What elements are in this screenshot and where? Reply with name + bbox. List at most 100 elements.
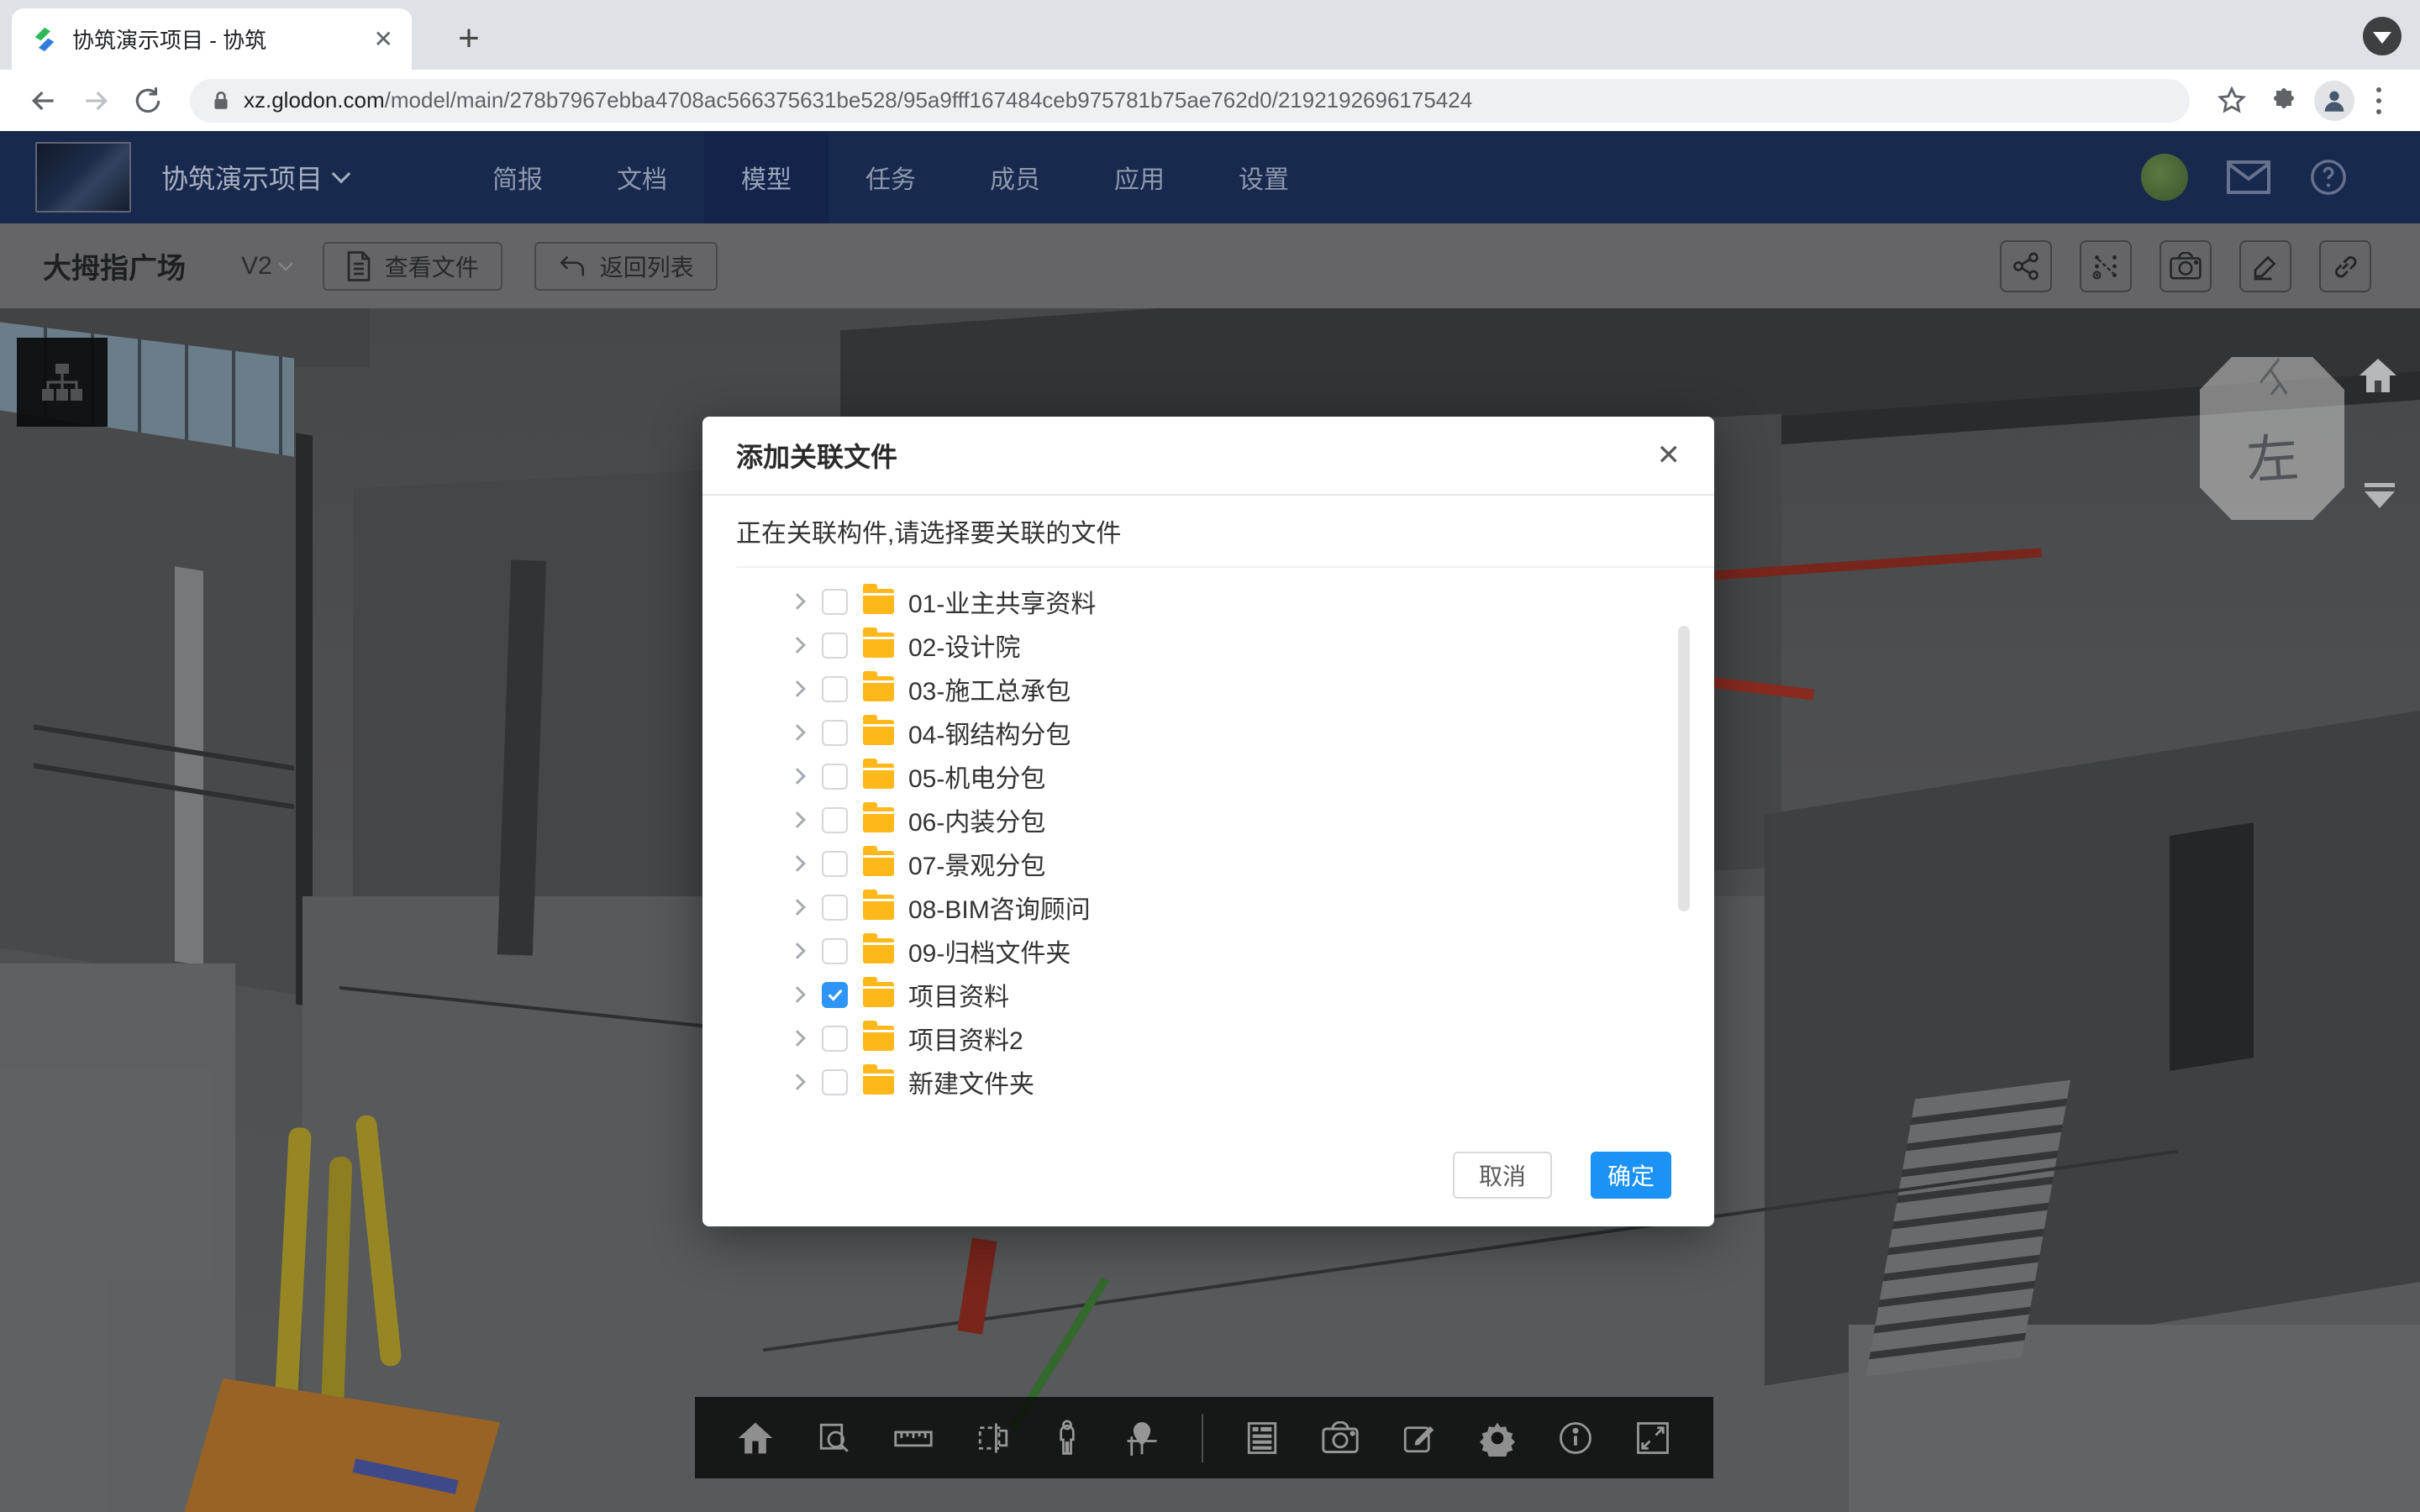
viewpoint-pin-button[interactable] [1124,1420,1160,1456]
tree-row[interactable]: 项目资料 [702,973,1714,1016]
folder-icon [863,589,894,614]
home-view-button[interactable] [2358,357,2398,394]
checkbox[interactable] [822,938,848,964]
zoom-select-button[interactable] [817,1420,852,1456]
tree-row[interactable]: 06-内装分包 [702,798,1714,842]
nav-tab[interactable]: 任务 [829,131,953,223]
back-button[interactable] [22,79,66,123]
folder-name: 09-归档文件夹 [908,932,1071,969]
nav-tab[interactable]: 简报 [455,131,580,223]
nav-tab[interactable]: 应用 [1077,131,1202,223]
chevron-right-icon[interactable] [789,680,806,697]
forward-button[interactable] [74,79,118,123]
browser-menu-icon[interactable] [2363,87,2395,114]
checkbox[interactable] [822,1026,848,1052]
tree-row[interactable]: 09-归档文件夹 [702,929,1714,973]
edit-markup-button[interactable] [1401,1420,1436,1456]
folder-name: 03-施工总承包 [908,670,1071,707]
chevron-right-icon[interactable] [789,899,806,916]
tree-row[interactable]: 03-施工总承包 [702,667,1714,711]
chevron-right-icon[interactable] [789,593,806,610]
tree-row[interactable]: 新建文件夹 [702,1060,1714,1104]
cancel-button[interactable]: 取消 [1453,1152,1552,1199]
camera-button[interactable] [1322,1421,1359,1455]
help-icon[interactable] [2309,158,2348,197]
chevron-down-icon [278,256,292,270]
link-button[interactable] [2319,240,2371,292]
nav-tab[interactable]: 设置 [1202,131,1326,223]
chevron-right-icon[interactable] [789,855,806,872]
browser-tab[interactable]: 协筑演示项目 - 协筑 ✕ [12,8,412,70]
nav-tab[interactable]: 成员 [953,131,1077,223]
share-button[interactable] [2000,240,2052,292]
tab-close-icon[interactable]: ✕ [374,25,393,53]
chevron-right-icon[interactable] [789,811,806,828]
cube-top-face-label: 上 [2254,349,2303,417]
checkbox[interactable] [822,676,848,702]
info-button[interactable] [1558,1420,1593,1456]
chevron-right-icon[interactable] [789,1030,806,1047]
chevron-right-icon[interactable] [789,724,806,741]
checkbox[interactable] [822,764,848,790]
tab-search-button[interactable] [2363,17,2402,55]
browser-profile-avatar[interactable] [2314,81,2354,121]
viewpoint-path-button[interactable] [2080,240,2132,292]
tree-row[interactable]: 01-业主共享资料 [702,580,1714,623]
extensions-icon[interactable] [2262,79,2306,123]
section-box-button[interactable] [976,1420,1011,1456]
checkbox[interactable] [822,589,848,615]
measure-button[interactable] [894,1424,933,1452]
url-field[interactable]: xz.glodon.com/model/main/278b7967ebba470… [190,79,2190,123]
tree-row[interactable]: 05-机电分包 [702,754,1714,798]
snapshot-button[interactable] [2160,240,2212,292]
tree-row[interactable]: 项目资料2 [702,1016,1714,1060]
chevron-right-icon[interactable] [789,1074,806,1090]
person-icon [2320,87,2349,115]
chevron-right-icon[interactable] [789,637,806,654]
tree-row[interactable]: 04-钢结构分包 [702,711,1714,754]
markup-button[interactable] [2239,240,2291,292]
version-label: V2 [241,252,272,281]
tree-row[interactable]: 08-BIM咨询顾问 [702,885,1714,929]
dialog-close-icon[interactable]: ✕ [1657,438,1681,472]
folder-icon [863,633,894,658]
checkbox[interactable] [822,895,848,921]
cube-front-face-label: 左 [2244,415,2301,494]
list-panel-button[interactable] [1245,1420,1279,1456]
navigation-cube[interactable]: 上 左 [2200,357,2344,520]
checkbox[interactable] [822,851,848,877]
version-selector[interactable]: V2 [241,252,291,281]
settings-button[interactable] [1479,1420,1516,1457]
user-avatar[interactable] [2141,154,2188,201]
chevron-right-icon[interactable] [789,942,806,959]
view-file-button[interactable]: 查看文件 [323,242,502,291]
checkbox[interactable] [822,1069,848,1095]
collapse-cube-button[interactable] [2365,483,2395,508]
chevron-right-icon[interactable] [789,768,806,785]
reload-button[interactable] [126,79,170,123]
checkbox[interactable] [822,807,848,833]
back-to-list-button[interactable]: 返回列表 [534,242,718,291]
folder-name: 08-BIM咨询顾问 [908,889,1091,926]
nav-tab[interactable]: 文档 [580,131,704,223]
first-person-button[interactable] [1053,1420,1081,1457]
model-structure-tree-button[interactable] [17,338,108,427]
checkbox[interactable] [822,982,848,1008]
tree-row[interactable]: 07-景观分包 [702,842,1714,885]
fullscreen-button[interactable] [1635,1420,1670,1456]
messages-icon[interactable] [2227,160,2270,194]
tree-row[interactable]: 02-设计院 [702,623,1714,667]
nav-tab[interactable]: 模型 [704,131,829,223]
new-tab-button[interactable]: + [445,15,492,62]
folder-name: 项目资料2 [908,1020,1023,1057]
confirm-button[interactable]: 确定 [1591,1152,1671,1199]
home-tool-button[interactable] [737,1420,774,1456]
checkbox[interactable] [822,720,848,746]
project-switcher[interactable]: 协筑演示项目 [161,158,348,197]
folder-name: 项目资料 [908,976,1009,1013]
chevron-right-icon[interactable] [789,986,806,1003]
checkbox[interactable] [822,633,848,659]
project-thumbnail[interactable] [35,142,131,213]
tree-scrollbar[interactable] [1678,626,1690,911]
bookmark-star-icon[interactable] [2210,79,2254,123]
